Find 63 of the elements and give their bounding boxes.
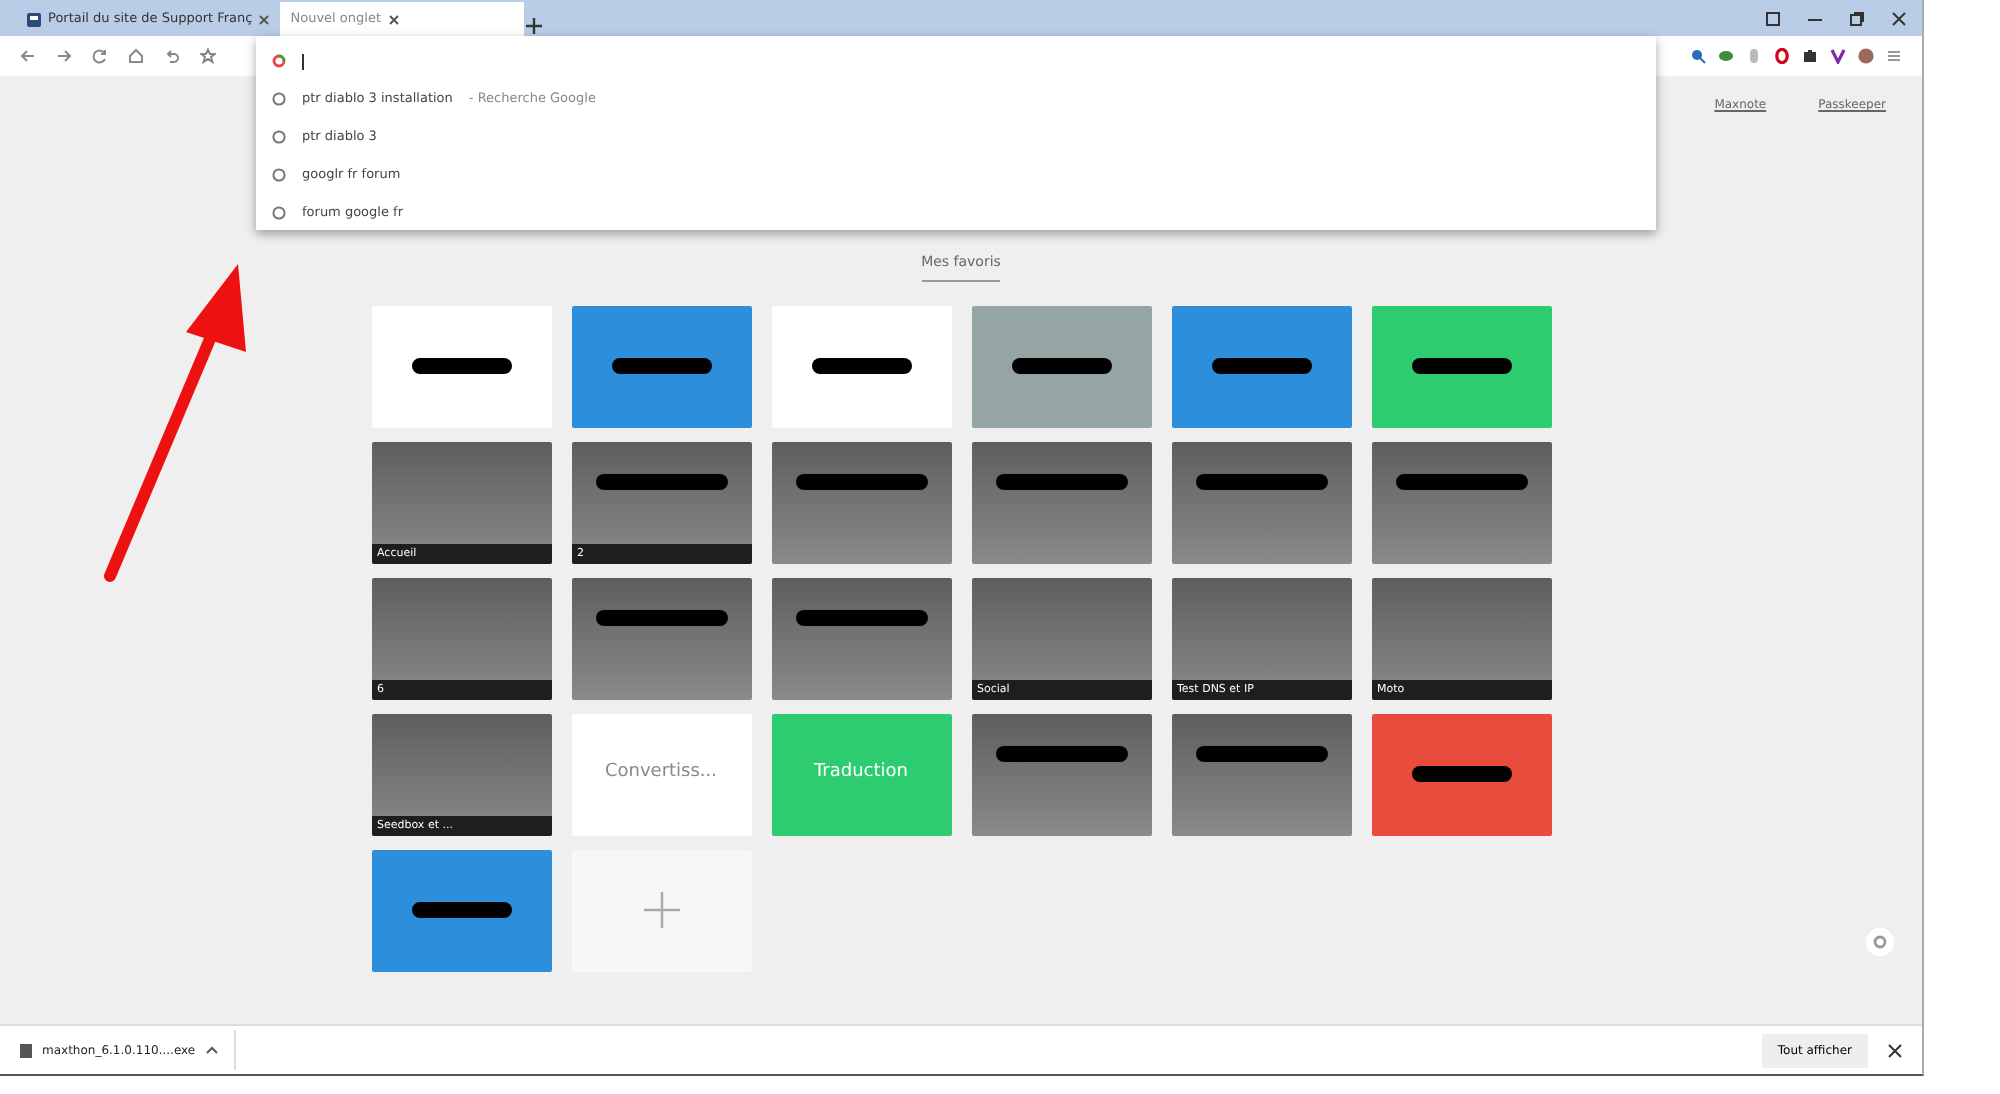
plus-icon bbox=[641, 890, 681, 930]
file-icon bbox=[20, 1043, 32, 1057]
close-icon[interactable] bbox=[387, 13, 399, 25]
undo-icon[interactable] bbox=[164, 48, 180, 64]
speed-dial-tile[interactable] bbox=[571, 305, 751, 427]
redaction-mark bbox=[795, 473, 927, 489]
add-tile-button[interactable] bbox=[571, 849, 751, 971]
window-icon[interactable] bbox=[1766, 12, 1780, 26]
redaction-mark bbox=[995, 745, 1127, 761]
redaction-mark bbox=[411, 901, 511, 917]
redaction-mark bbox=[1195, 745, 1327, 761]
zoom-icon[interactable] bbox=[1690, 48, 1706, 64]
folder-tile[interactable] bbox=[971, 441, 1151, 563]
history-icon bbox=[272, 92, 286, 106]
redaction-mark bbox=[811, 357, 911, 373]
colorful-logo-icon bbox=[272, 54, 286, 68]
history-icon bbox=[272, 206, 286, 220]
v-icon[interactable] bbox=[1830, 48, 1846, 64]
redaction-mark bbox=[995, 473, 1127, 489]
redaction-mark bbox=[1011, 357, 1111, 373]
redaction-mark bbox=[411, 357, 511, 373]
page-icon bbox=[26, 11, 42, 27]
redaction-mark bbox=[1211, 357, 1311, 373]
folder-tile[interactable] bbox=[1371, 441, 1551, 563]
speed-dial-tile[interactable]: Convertiss... bbox=[571, 713, 751, 835]
folder-tile[interactable] bbox=[1171, 713, 1351, 835]
speed-dial-tile[interactable] bbox=[371, 305, 551, 427]
speed-dial-tile[interactable] bbox=[1171, 305, 1351, 427]
new-tab-icon[interactable] bbox=[524, 16, 545, 36]
folder-tile[interactable] bbox=[971, 713, 1151, 835]
speed-dial-tile[interactable] bbox=[971, 305, 1151, 427]
home-icon[interactable] bbox=[128, 48, 144, 64]
reload-icon[interactable] bbox=[92, 48, 108, 64]
redaction-mark bbox=[1195, 473, 1327, 489]
redaction-mark bbox=[595, 473, 727, 489]
text-cursor bbox=[302, 53, 304, 69]
folder-tile[interactable] bbox=[771, 577, 951, 699]
redaction-mark bbox=[611, 357, 711, 373]
folder-tile[interactable] bbox=[1171, 441, 1351, 563]
star-icon[interactable] bbox=[200, 48, 216, 64]
menu-icon[interactable] bbox=[1886, 48, 1902, 64]
redaction-mark bbox=[1411, 765, 1511, 781]
speed-dial-tile[interactable] bbox=[771, 305, 951, 427]
caret-icon[interactable] bbox=[205, 1046, 218, 1054]
avatar-icon[interactable] bbox=[1858, 48, 1874, 64]
redaction-mark bbox=[595, 609, 727, 625]
forward-arrow-icon[interactable] bbox=[56, 48, 72, 64]
close-icon[interactable] bbox=[1888, 1043, 1902, 1057]
redaction-mark bbox=[1411, 357, 1511, 373]
speed-dial-tile[interactable] bbox=[1371, 713, 1551, 835]
folder-tile[interactable] bbox=[771, 441, 951, 563]
speed-dial-tile[interactable] bbox=[1371, 305, 1551, 427]
history-icon bbox=[272, 130, 286, 144]
restore-icon[interactable] bbox=[1850, 12, 1864, 26]
speed-dial-tile[interactable] bbox=[371, 849, 551, 971]
redaction-mark bbox=[795, 609, 927, 625]
close-icon[interactable] bbox=[1892, 12, 1906, 26]
history-icon bbox=[272, 168, 286, 182]
back-arrow-icon[interactable] bbox=[20, 48, 36, 64]
settings-icon[interactable] bbox=[1872, 934, 1888, 950]
redaction-mark bbox=[1395, 473, 1527, 489]
ring-icon[interactable] bbox=[1774, 48, 1790, 64]
folder-tile[interactable] bbox=[571, 577, 751, 699]
